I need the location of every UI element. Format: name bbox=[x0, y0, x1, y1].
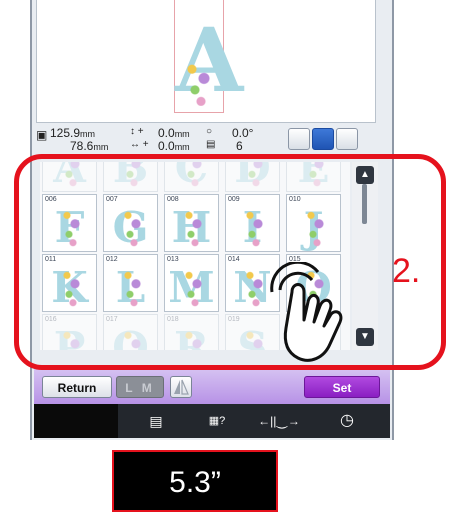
rotate-icon: ○ bbox=[206, 126, 213, 137]
color-count-value: 6 bbox=[236, 139, 243, 153]
status-left-panel bbox=[34, 404, 118, 438]
page-icon[interactable]: ▤ bbox=[146, 412, 166, 430]
command-bar: Return L M S Set bbox=[34, 368, 390, 417]
grid-large-view-button[interactable] bbox=[312, 128, 334, 150]
step-label: 2. bbox=[392, 252, 421, 290]
height-value: 78.6mm bbox=[70, 139, 109, 153]
clock-icon[interactable]: ◷ bbox=[336, 412, 358, 430]
flower-decoration bbox=[183, 60, 213, 106]
width-value: 125.9mm bbox=[50, 126, 96, 140]
grid-small-view-button[interactable] bbox=[288, 128, 310, 150]
thread-icon: ▤ bbox=[206, 139, 216, 150]
preview-letter-frame: A bbox=[174, 0, 243, 113]
hoop-icon[interactable]: ←||⏝→ bbox=[252, 412, 306, 430]
single-view-button[interactable] bbox=[336, 128, 358, 150]
set-button[interactable]: Set bbox=[304, 376, 380, 398]
mirror-button[interactable] bbox=[170, 376, 192, 398]
highlight-frame bbox=[14, 154, 446, 370]
vertical-move-icon: ↕ + bbox=[130, 126, 144, 137]
move-y-value: 0.0mm bbox=[158, 126, 190, 140]
move-x-value: 0.0mm bbox=[158, 139, 190, 153]
help-icon[interactable]: ▦? bbox=[204, 412, 230, 430]
size-icon: ▣ bbox=[36, 128, 48, 142]
measurement-label: 5.3” bbox=[112, 450, 278, 512]
status-bar: ▤ ▦? ←||⏝→ ◷ bbox=[34, 404, 390, 438]
return-button[interactable]: Return bbox=[42, 376, 112, 398]
size-lms-button[interactable]: L M S bbox=[116, 376, 164, 417]
horizontal-move-icon: ↔ + bbox=[130, 139, 149, 150]
mirror-icon bbox=[174, 379, 189, 395]
rotation-value: 0.0° bbox=[232, 126, 254, 140]
pointing-hand-icon bbox=[270, 262, 343, 362]
